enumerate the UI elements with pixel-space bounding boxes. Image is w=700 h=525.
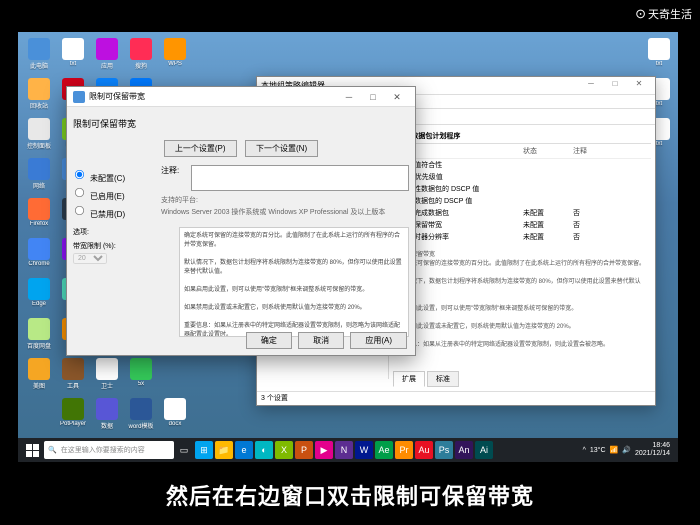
video-subtitle: 然后在右边窗口双击限制可保留带宽 (0, 479, 700, 511)
comment-label: 注释: (161, 165, 191, 191)
taskbar-app[interactable]: Ps (435, 441, 453, 459)
options-label: 选项: (73, 227, 173, 237)
comment-field[interactable] (191, 165, 409, 191)
radio-enabled[interactable]: 已启用(E) (73, 185, 153, 203)
desktop-icon[interactable]: Chrome (24, 238, 54, 274)
setting-row[interactable]: 限制可保留带宽未配置否 (393, 219, 651, 231)
setting-row[interactable]: 限制未完成数据包未配置否 (393, 207, 651, 219)
apply-button[interactable]: 应用(A) (350, 332, 407, 349)
desktop-icon[interactable]: Firefox (24, 198, 54, 234)
watermark-text: 天奇生活 (648, 6, 692, 22)
desktop-icon[interactable]: 应用 (92, 38, 122, 74)
taskbar-app[interactable]: An (455, 441, 473, 459)
tab-standard[interactable]: 标准 (427, 371, 459, 387)
desktop-icon[interactable]: 搜狗 (126, 38, 156, 74)
supported-text: Windows Server 2003 操作系统或 Windows XP Pro… (161, 205, 409, 223)
desktop-icon[interactable]: 控制面板 (24, 118, 54, 154)
radio-not-configured[interactable]: 未配置(C) (73, 167, 153, 185)
desktop-icon[interactable]: 此电脑 (24, 38, 54, 74)
desktop-icon[interactable]: 数据 (92, 398, 122, 434)
ok-button[interactable]: 确定 (246, 332, 292, 349)
bandwidth-select[interactable]: 20 (73, 253, 107, 264)
desktop-icon[interactable]: 网络 (24, 158, 54, 194)
taskbar-app[interactable]: P (295, 441, 313, 459)
taskbar-app[interactable]: N (335, 441, 353, 459)
taskbar-app[interactable]: 📁 (215, 441, 233, 459)
setting-row[interactable]: 第 2 层优先级值 (393, 171, 651, 183)
taskbar-app[interactable]: Au (415, 441, 433, 459)
tab-extended[interactable]: 扩展 (393, 371, 425, 387)
desktop-icon[interactable]: 卫士 (92, 358, 122, 394)
volume-icon[interactable]: 🔊 (622, 446, 631, 454)
desktop-icon[interactable]: word模板 (126, 398, 156, 434)
start-button[interactable] (20, 438, 44, 462)
taskbar-app[interactable]: ⊞ (195, 441, 213, 459)
desktop-icon[interactable]: PotPlayer (58, 398, 88, 434)
dialog-maximize[interactable]: □ (361, 89, 385, 105)
desktop-icon[interactable]: 5x (126, 358, 156, 394)
desktop-icon[interactable]: 美图 (24, 358, 54, 394)
dialog-close[interactable]: ✕ (385, 89, 409, 105)
taskbar-app[interactable]: Ai (475, 441, 493, 459)
status-bar: 3 个设置 (257, 391, 655, 405)
clock[interactable]: 18:46 2021/12/14 (635, 442, 670, 457)
tray-expand-icon[interactable]: ^ (583, 447, 586, 454)
setting-row[interactable]: DSCP 值符合性 (393, 159, 651, 171)
taskbar-app[interactable]: ◐ (255, 441, 273, 459)
setting-row[interactable]: 设置计时器分辨率未配置否 (393, 231, 651, 243)
task-view-icon[interactable]: ▭ (175, 441, 193, 459)
search-box[interactable]: 🔍 在这里输入你要搜索的内容 (44, 441, 174, 459)
taskbar-app[interactable]: X (275, 441, 293, 459)
desktop-icon[interactable]: 工具 (58, 358, 88, 394)
help-text: 确定系统可保留的连接带宽的百分比。此值限制了在此系统上运行的所有程序的合并带宽保… (179, 227, 409, 337)
taskbar-app[interactable]: e (235, 441, 253, 459)
taskbar-app[interactable]: W (355, 441, 373, 459)
settings-header: QoS 数据包计划程序 (393, 129, 651, 144)
dialog-icon (73, 91, 85, 103)
taskbar: 🔍 在这里输入你要搜索的内容 ▭ ⊞📁e◐XP▶NWAePrAuPsAnAi ^… (18, 438, 678, 462)
taskbar-app[interactable]: ▶ (315, 441, 333, 459)
policy-name: 限制可保留带宽 (73, 113, 409, 134)
desktop: 此电脑回收站控制面板网络FirefoxChromeEdge百度网盘美图txtpd… (18, 32, 678, 462)
close-button[interactable]: ✕ (627, 79, 651, 93)
dialog-title: 限制可保留带宽 (89, 91, 337, 102)
radio-disabled[interactable]: 已禁用(D) (73, 203, 153, 221)
desktop-icon[interactable]: Edge (24, 278, 54, 314)
desktop-icon[interactable]: txt (58, 38, 88, 74)
desktop-icon[interactable]: docx (160, 398, 190, 434)
desktop-icon[interactable]: WPS (160, 38, 190, 74)
dialog-minimize[interactable]: ─ (337, 89, 361, 105)
desktop-icon[interactable]: 百度网盘 (24, 318, 54, 354)
policy-dialog: 限制可保留带宽 ─ □ ✕ 限制可保留带宽 上一个设置(P) 下一个设置(N) … (66, 86, 416, 356)
prev-setting-button[interactable]: 上一个设置(P) (164, 140, 237, 157)
setting-description: 限制可保留带宽 确定系统可保留的连接带宽的百分比。此值限制了在此系统上运行的所有… (393, 251, 651, 350)
bandwidth-label: 带宽限制 (%): (73, 241, 173, 251)
desktop-icon[interactable]: 回收站 (24, 78, 54, 114)
taskbar-app[interactable]: Ae (375, 441, 393, 459)
taskbar-app[interactable]: Pr (395, 441, 413, 459)
minimize-button[interactable]: ─ (579, 79, 603, 93)
col-comment[interactable]: 注释 (573, 146, 603, 156)
network-icon[interactable]: 📶 (610, 446, 619, 454)
maximize-button[interactable]: □ (603, 79, 627, 93)
weather-widget[interactable]: 13°C (590, 447, 606, 454)
col-state[interactable]: 状态 (523, 146, 573, 156)
cancel-button[interactable]: 取消 (298, 332, 344, 349)
setting-row[interactable]: 一致性数据包的 DSCP 值 (393, 195, 651, 207)
setting-row[interactable]: 非一致性数据包的 DSCP 值 (393, 183, 651, 195)
next-setting-button[interactable]: 下一个设置(N) (245, 140, 318, 157)
desktop-icon[interactable]: txt (644, 38, 674, 74)
